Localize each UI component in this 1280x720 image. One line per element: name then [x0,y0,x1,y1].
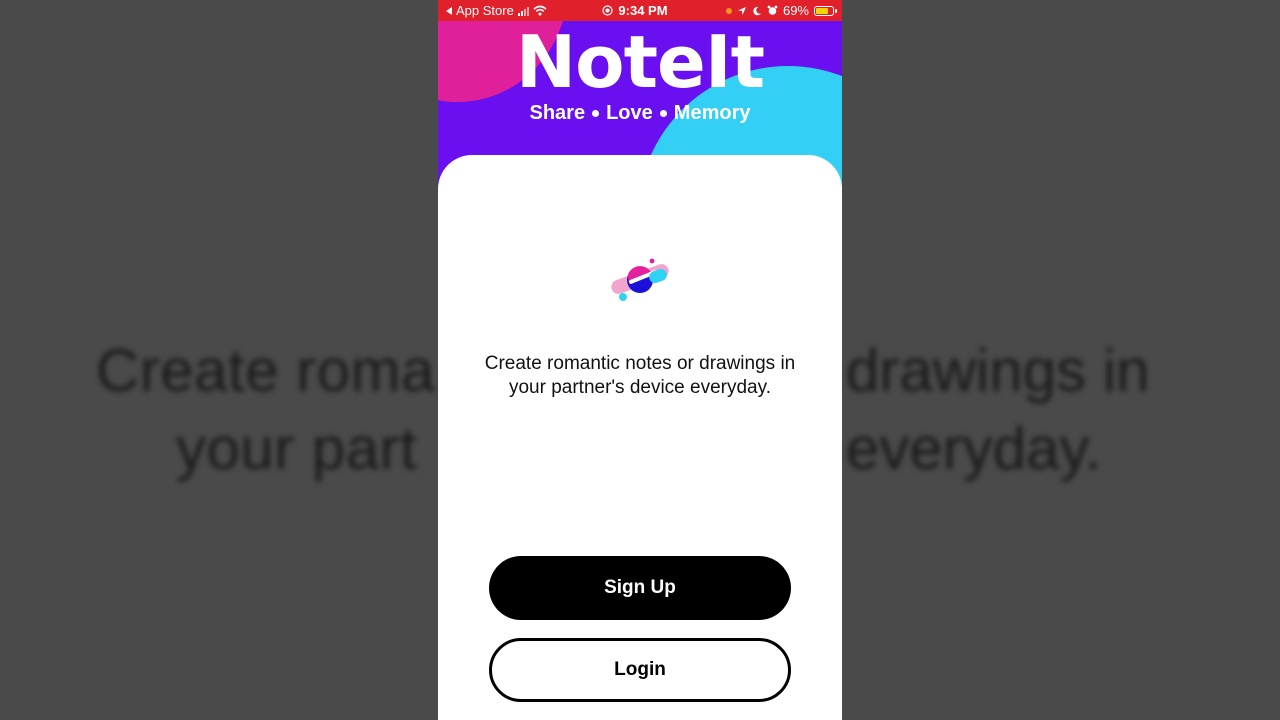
screen-record-icon [602,5,614,16]
wifi-icon [533,5,547,16]
background-text: everyday. [846,415,1102,482]
bullet-icon [592,110,600,118]
phone-screen: App Store 9:34 PM 69% NoteIt Share Love … [438,0,842,720]
bullet-icon [659,110,667,118]
login-button[interactable]: Login [489,638,791,702]
tagline: Share Love Memory [438,102,842,125]
alarm-icon [767,5,778,15]
tagline-share: Share [529,102,586,124]
status-left[interactable]: App Store [446,3,586,18]
tagline-love: Love [606,102,653,124]
sign-up-button[interactable]: Sign Up [489,556,791,620]
app-title: NoteIt [515,20,765,104]
battery-icon [814,5,837,16]
planet-logo-icon [611,258,669,301]
content-card [438,155,842,720]
description-line: Create romantic notes or drawings in [484,353,796,374]
tagline-memory: Memory [673,102,751,124]
location-icon [737,6,746,15]
description-line: your partner's device everyday. [508,377,771,398]
status-time: 9:34 PM [618,3,668,18]
mic-indicator-icon [725,7,732,14]
background-text: drawings in [846,337,1150,404]
back-app-label[interactable]: App Store [456,3,514,18]
moon-icon [753,6,761,15]
status-center: 9:34 PM [586,3,684,18]
signal-icon [517,6,529,16]
description: Create romantic notes or drawings in you… [458,352,822,400]
back-arrow-icon[interactable] [446,6,452,15]
battery-percent: 69% [782,3,809,18]
status-bar: App Store 9:34 PM 69% [438,0,842,21]
background-text: your part [176,415,418,482]
status-right: 69% [684,3,837,18]
background-text: Create roma [96,337,435,404]
